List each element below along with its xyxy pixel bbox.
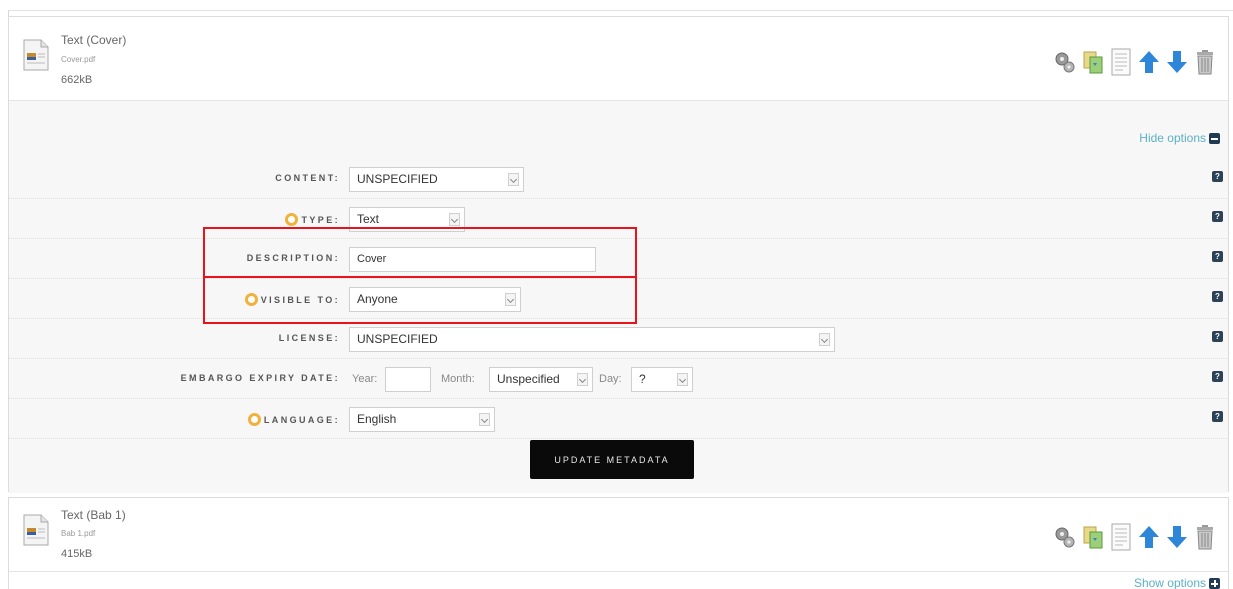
chevron-down-icon bbox=[508, 173, 519, 186]
gears-icon[interactable] bbox=[1052, 47, 1078, 77]
file-size: 415kB bbox=[61, 548, 93, 560]
embargo-year-input[interactable] bbox=[385, 367, 431, 392]
hide-options-label: Hide options bbox=[1139, 131, 1206, 145]
help-icon[interactable]: ? bbox=[1212, 171, 1223, 182]
license-select[interactable]: UNSPECIFIED bbox=[349, 327, 835, 352]
year-label: Year: bbox=[352, 373, 378, 385]
help-icon[interactable]: ? bbox=[1212, 251, 1223, 262]
file-size: 662kB bbox=[61, 74, 93, 86]
show-options-link[interactable]: Show options bbox=[1134, 576, 1220, 589]
embargo-month-select[interactable]: Unspecified bbox=[489, 367, 593, 392]
update-metadata-button[interactable]: UPDATE METADATA bbox=[530, 440, 694, 479]
embargo-label: EMBARGO EXPIRY DATE: bbox=[180, 373, 340, 383]
arrow-up-icon[interactable] bbox=[1136, 522, 1162, 552]
help-icon[interactable]: ? bbox=[1212, 331, 1223, 342]
document-icon[interactable] bbox=[1108, 522, 1134, 552]
file-header: Text (Cover) Cover.pdf 662kB bbox=[9, 17, 1228, 101]
file-toolbar bbox=[1052, 47, 1218, 77]
content-select[interactable]: UNSPECIFIED bbox=[349, 167, 524, 192]
file-title: Text (Bab 1) bbox=[61, 508, 126, 522]
chevron-down-icon bbox=[677, 373, 688, 386]
chevron-down-icon bbox=[819, 333, 830, 346]
language-row: LANGUAGE: English ? bbox=[9, 399, 1228, 439]
pdf-file-icon[interactable] bbox=[23, 39, 49, 71]
type-label: TYPE: bbox=[285, 213, 340, 226]
license-row: LICENSE: UNSPECIFIED ? bbox=[9, 319, 1228, 359]
highlight-box-visible-to bbox=[203, 276, 637, 324]
file-toolbar bbox=[1052, 522, 1218, 552]
pdf-file-icon[interactable] bbox=[23, 514, 49, 546]
license-label: LICENSE: bbox=[278, 333, 340, 343]
document-icon[interactable] bbox=[1108, 47, 1134, 77]
arrow-down-icon[interactable] bbox=[1164, 522, 1190, 552]
chevron-down-icon bbox=[479, 413, 490, 426]
highlight-box-description bbox=[203, 227, 637, 278]
file-title: Text (Cover) bbox=[61, 33, 127, 47]
convert-icon[interactable] bbox=[1080, 522, 1106, 552]
language-select[interactable]: English bbox=[349, 407, 495, 432]
arrow-down-icon[interactable] bbox=[1164, 47, 1190, 77]
file-header: Text (Bab 1) Bab 1.pdf 415kB bbox=[9, 498, 1228, 572]
embargo-day-select[interactable]: ? bbox=[631, 367, 693, 392]
help-icon[interactable]: ? bbox=[1212, 291, 1223, 302]
content-row: CONTENT: UNSPECIFIED ? bbox=[9, 159, 1228, 199]
required-ring-icon bbox=[285, 213, 299, 226]
gears-icon[interactable] bbox=[1052, 522, 1078, 552]
language-label: LANGUAGE: bbox=[247, 413, 340, 426]
hide-options-link[interactable]: Hide options bbox=[1139, 131, 1220, 145]
help-icon[interactable]: ? bbox=[1212, 371, 1223, 382]
help-icon[interactable]: ? bbox=[1212, 211, 1223, 222]
file-filename[interactable]: Cover.pdf bbox=[61, 55, 95, 64]
help-icon[interactable]: ? bbox=[1212, 411, 1223, 422]
content-label: CONTENT: bbox=[275, 173, 340, 183]
minus-box-icon bbox=[1209, 132, 1220, 144]
embargo-row: EMBARGO EXPIRY DATE: Year: Month: Unspec… bbox=[9, 359, 1228, 399]
show-options-label: Show options bbox=[1133, 576, 1206, 589]
chevron-down-icon bbox=[449, 213, 460, 226]
file-panel-bab-1: Text (Bab 1) Bab 1.pdf 415kB Show option… bbox=[8, 497, 1229, 589]
convert-icon[interactable] bbox=[1080, 47, 1106, 77]
required-ring-icon bbox=[247, 413, 261, 426]
month-label: Month: bbox=[441, 373, 475, 385]
plus-box-icon bbox=[1209, 577, 1220, 589]
arrow-up-icon[interactable] bbox=[1136, 47, 1162, 77]
trash-icon[interactable] bbox=[1192, 47, 1218, 77]
trash-icon[interactable] bbox=[1192, 522, 1218, 552]
day-label: Day: bbox=[599, 373, 622, 385]
chevron-down-icon bbox=[577, 373, 588, 386]
file-filename[interactable]: Bab 1.pdf bbox=[61, 529, 95, 538]
top-divider bbox=[8, 10, 1233, 11]
